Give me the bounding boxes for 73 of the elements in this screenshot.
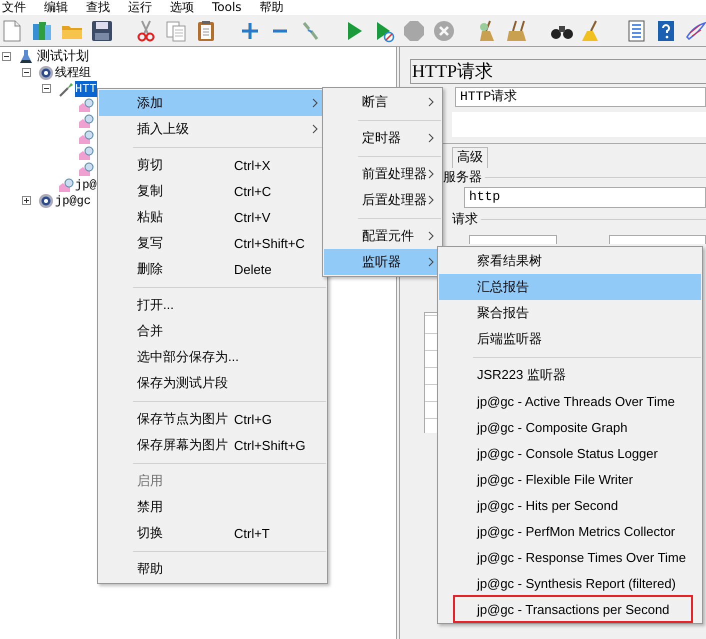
menu-item[interactable]: JSR223 监听器 bbox=[439, 362, 701, 388]
group-label: 服务器 bbox=[443, 169, 482, 186]
menu-item[interactable]: 切换 Ctrl+T bbox=[99, 520, 326, 546]
menu-item[interactable]: 配置元件 bbox=[324, 223, 441, 249]
menu-item[interactable]: 选中部分保存为... bbox=[99, 344, 326, 370]
name-field[interactable]: HTTP请求 bbox=[455, 87, 706, 107]
menu-item[interactable]: 文件 bbox=[0, 0, 28, 15]
collapse-icon[interactable] bbox=[22, 68, 31, 77]
gear-icon bbox=[38, 65, 54, 81]
menu-item[interactable]: jp@gc - Active Threads Over Time bbox=[439, 388, 701, 414]
menu-item[interactable]: 保存为测试片段 bbox=[99, 370, 326, 396]
tree-node[interactable]: 线程组 bbox=[55, 65, 91, 81]
shortcut-label: Ctrl+X bbox=[234, 158, 272, 172]
method-dropdown[interactable] bbox=[469, 235, 557, 244]
menu-item[interactable]: 帮助 bbox=[99, 556, 326, 582]
shortcut-label: Ctrl+Shift+C bbox=[234, 236, 306, 250]
path-field[interactable] bbox=[609, 235, 706, 244]
copy-icon[interactable] bbox=[164, 18, 188, 42]
menu-item[interactable]: 删除 Delete bbox=[99, 256, 326, 282]
menu-item[interactable]: 汇总报告 bbox=[439, 274, 701, 300]
shortcut-label: Ctrl+G bbox=[234, 412, 273, 426]
save-icon[interactable] bbox=[90, 18, 114, 42]
menu-item[interactable]: 保存屏幕为图片 Ctrl+Shift+G bbox=[99, 432, 326, 458]
tree-node[interactable]: jp@ bbox=[75, 177, 97, 193]
menu-item[interactable]: 聚合报告 bbox=[439, 300, 701, 326]
shortcut-label: Ctrl+Shift+G bbox=[234, 438, 307, 452]
tree-node[interactable]: jp@gc bbox=[55, 193, 92, 209]
menu-item[interactable]: 复写 Ctrl+Shift+C bbox=[99, 230, 326, 256]
menu-item[interactable]: 查找 bbox=[84, 0, 112, 15]
menu-item[interactable]: 粘贴 Ctrl+V bbox=[99, 204, 326, 230]
menu-item[interactable]: jp@gc - Synthesis Report (filtered) bbox=[439, 570, 701, 596]
shortcut-label: Ctrl+C bbox=[234, 184, 272, 198]
menu-item[interactable]: 选项 bbox=[168, 0, 196, 15]
menu-item[interactable]: 打开... bbox=[99, 292, 326, 318]
collapse-icon[interactable] bbox=[2, 52, 11, 61]
shortcut-label: Ctrl+V bbox=[234, 210, 272, 224]
tab[interactable]: 高级 bbox=[452, 147, 488, 168]
menu-item[interactable]: jp@gc - Response Times Over Time bbox=[439, 544, 701, 570]
menu-item[interactable]: 察看结果树 bbox=[439, 248, 701, 274]
menu-item[interactable]: 帮助 bbox=[258, 0, 286, 15]
menu-item[interactable]: 复制 Ctrl+C bbox=[99, 178, 326, 204]
protocol-field[interactable]: http bbox=[464, 187, 706, 208]
menu-item[interactable]: jp@gc - Composite Graph bbox=[439, 414, 701, 440]
shortcut-label: Delete bbox=[234, 262, 273, 276]
menu-item[interactable]: 剪切 Ctrl+X bbox=[99, 152, 326, 178]
gear-icon bbox=[38, 193, 54, 209]
tree-node[interactable]: HTT bbox=[75, 81, 97, 97]
shortcut-label: Ctrl+T bbox=[234, 526, 271, 540]
flask-icon bbox=[18, 49, 34, 65]
menu-item[interactable]: Tools bbox=[210, 0, 244, 15]
menu-item[interactable]: 前置处理器 bbox=[324, 161, 441, 187]
panel-title: HTTP请求 bbox=[410, 59, 706, 84]
menu-item[interactable]: 编辑 bbox=[42, 0, 70, 15]
menu-item[interactable]: 后端监听器 bbox=[439, 326, 701, 352]
menu-item[interactable]: 后置处理器 bbox=[324, 187, 441, 213]
expand-icon[interactable] bbox=[22, 196, 31, 205]
menu-item[interactable]: 断言 bbox=[324, 89, 441, 115]
collapse-icon[interactable] bbox=[42, 84, 51, 93]
menu-item[interactable]: jp@gc - Hits per Second bbox=[439, 492, 701, 518]
menu-item[interactable]: jp@gc - PerfMon Metrics Collector bbox=[439, 518, 701, 544]
menu-item[interactable]: 定时器 bbox=[324, 125, 441, 151]
menu-item[interactable]: jp@gc - Console Status Logger bbox=[439, 440, 701, 466]
pipette-icon bbox=[58, 81, 74, 97]
menu-item[interactable]: 运行 bbox=[126, 0, 154, 15]
menu-item[interactable]: 保存节点为图片 Ctrl+G bbox=[99, 406, 326, 432]
menu-item[interactable]: 合并 bbox=[99, 318, 326, 344]
menu-item[interactable]: 禁用 bbox=[99, 494, 326, 520]
chart-icon bbox=[58, 177, 74, 193]
menu-item[interactable]: 插入上级 bbox=[99, 116, 326, 142]
menu-item[interactable]: jp@gc - Transactions per Second bbox=[439, 596, 701, 622]
tree-node[interactable]: 测试计划 bbox=[37, 49, 89, 65]
menu-item[interactable]: jp@gc - Flexible File Writer bbox=[439, 466, 701, 492]
group-label: 请求 bbox=[452, 211, 478, 228]
